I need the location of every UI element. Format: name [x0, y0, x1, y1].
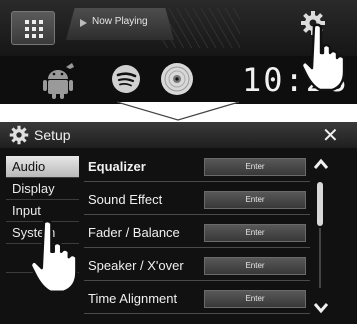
list-item-label: Equalizer — [88, 159, 146, 174]
scroll-controls — [310, 152, 332, 324]
list-item-fader-balance: Fader / Balance Enter — [84, 218, 310, 248]
time-alignment-enter-button[interactable]: Enter — [204, 290, 306, 308]
tab-display[interactable]: Display — [6, 178, 79, 200]
apps-grid-button[interactable] — [11, 11, 55, 45]
list-item-label: Speaker / X'over — [88, 258, 184, 273]
transition-arrow — [116, 101, 240, 121]
scrollbar-thumb[interactable] — [317, 182, 323, 226]
setup-gear-icon — [9, 125, 29, 145]
list-item-label: Time Alignment — [88, 291, 178, 306]
apps-grid-icon — [25, 20, 43, 38]
equalizer-enter-button[interactable]: Enter — [204, 158, 306, 176]
play-icon — [80, 19, 87, 27]
list-item-sound-effect: Sound Effect Enter — [84, 185, 310, 215]
page-title: Setup — [34, 127, 71, 143]
speaker-xover-enter-button[interactable]: Enter — [204, 257, 306, 275]
chevron-up-icon[interactable] — [313, 158, 329, 170]
tab-label: Input — [12, 203, 41, 218]
list-item-time-alignment: Time Alignment Enter — [84, 284, 310, 314]
now-playing-label: Now Playing — [92, 16, 148, 27]
tab-label: Display — [12, 181, 55, 196]
tab-label: Audio — [12, 159, 46, 174]
setup-header: Setup ✕ — [0, 122, 357, 148]
scrollbar-track[interactable] — [319, 228, 321, 288]
list-item-equalizer: Equalizer Enter — [84, 152, 310, 182]
close-button[interactable]: ✕ — [322, 123, 339, 147]
spotify-icon[interactable] — [111, 64, 141, 94]
fader-balance-enter-button[interactable]: Enter — [204, 224, 306, 242]
tab-audio[interactable]: Audio — [6, 156, 79, 178]
list-item-speaker-xover: Speaker / X'over Enter — [84, 251, 310, 281]
disc-icon[interactable] — [160, 62, 194, 96]
android-auto-icon[interactable] — [38, 61, 78, 101]
tap-hand-icon — [300, 23, 346, 92]
setup-screen: Setup ✕ Audio Display Input System Equal… — [0, 122, 357, 324]
settings-list: Equalizer Enter Sound Effect Enter Fader… — [84, 152, 310, 324]
home-screen: Now Playing 10:28 — [0, 0, 357, 104]
list-item-label: Sound Effect — [88, 192, 163, 207]
sound-effect-enter-button[interactable]: Enter — [204, 191, 306, 209]
chevron-down-icon[interactable] — [313, 302, 329, 314]
decorative-stripes — [160, 8, 240, 48]
tap-hand-icon — [29, 219, 78, 294]
list-item-label: Fader / Balance — [88, 225, 180, 240]
